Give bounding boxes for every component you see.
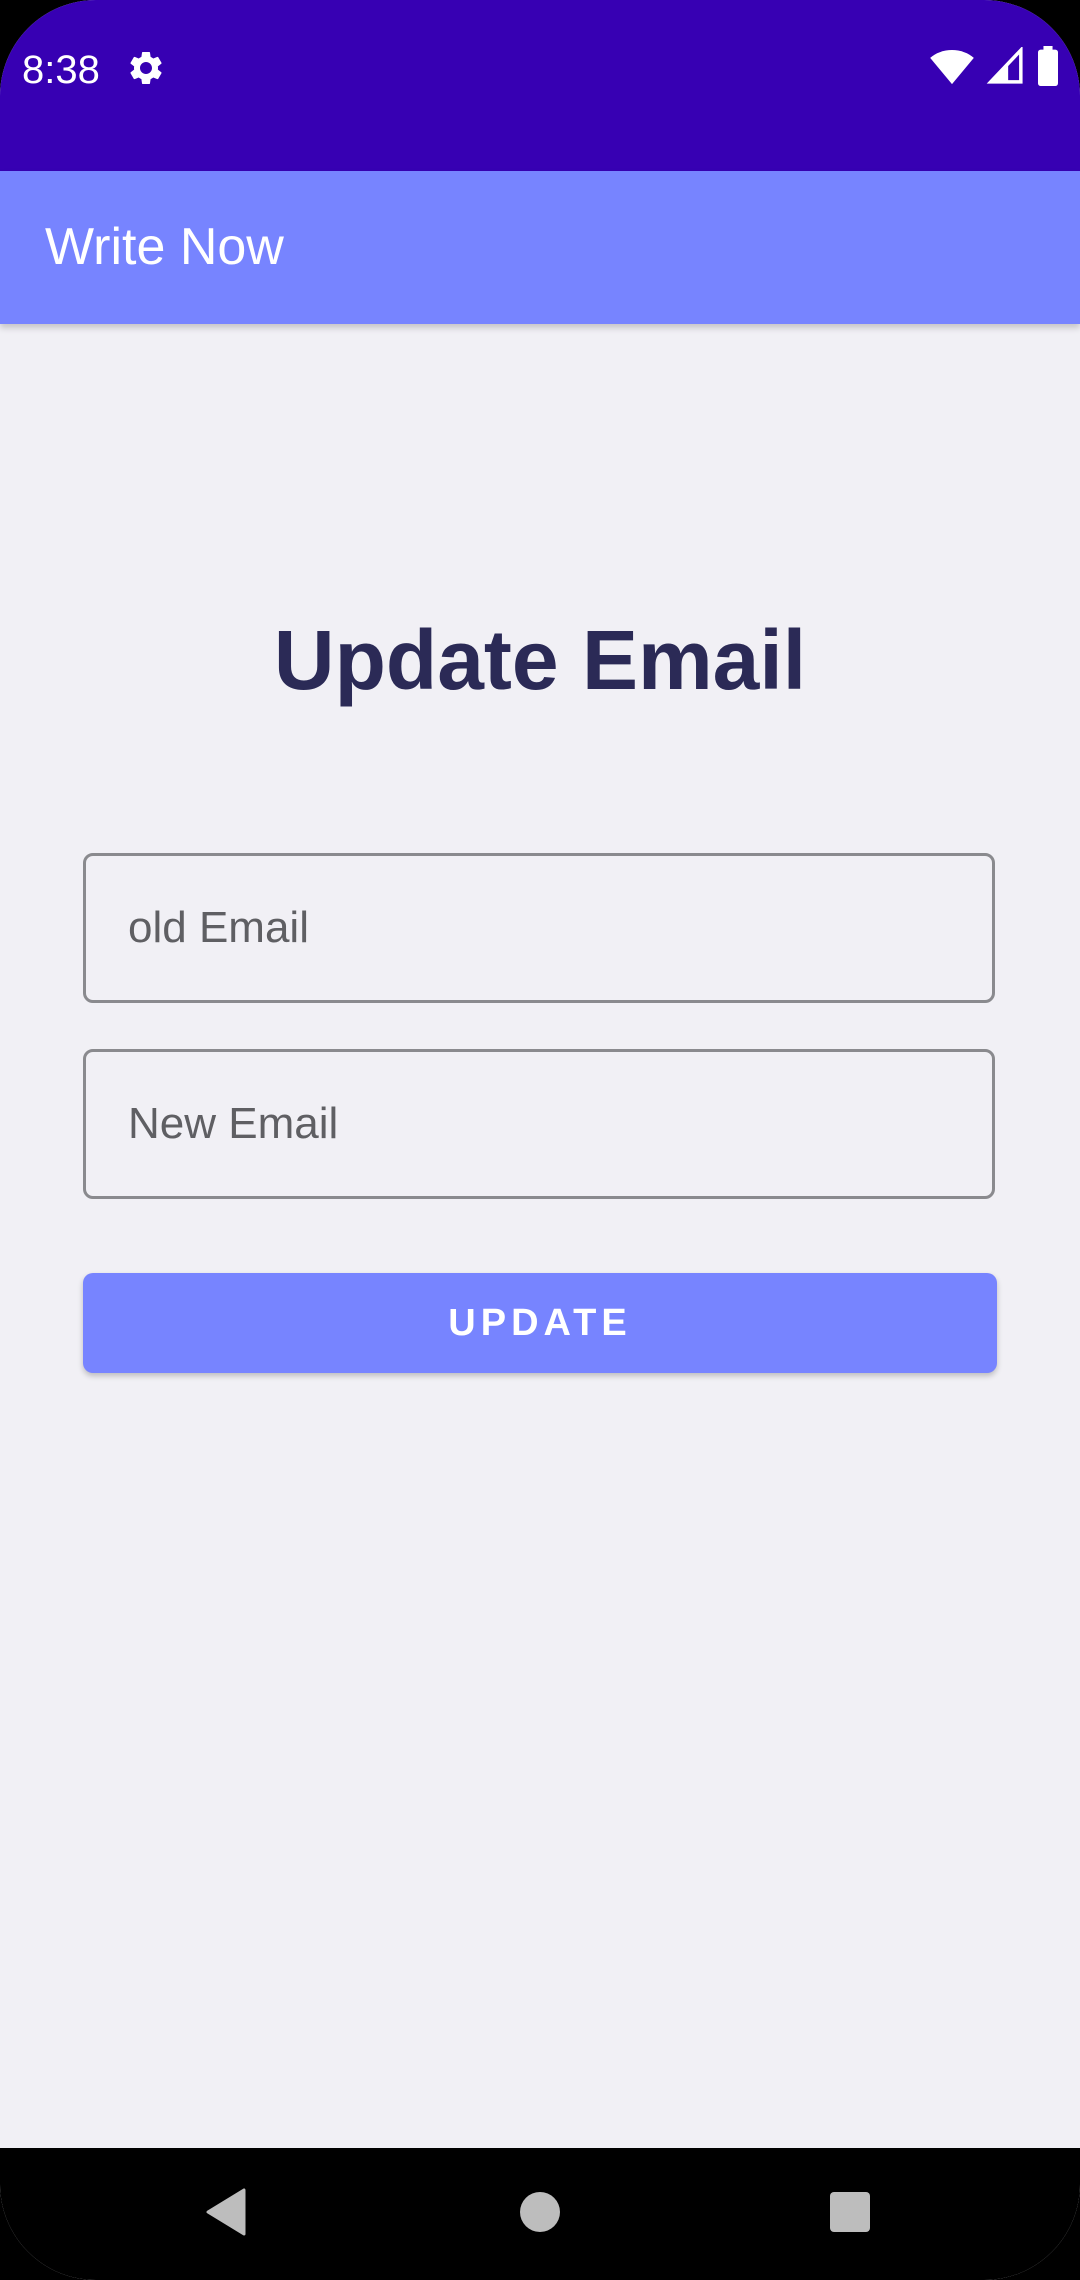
back-icon [204, 2188, 248, 2241]
home-icon [519, 2191, 561, 2238]
settings-gear-icon [126, 48, 166, 88]
recents-button[interactable] [790, 2148, 910, 2280]
status-bar: 8:38 [0, 0, 1080, 171]
battery-icon [1036, 45, 1060, 91]
cell-signal-icon [986, 45, 1024, 90]
new-email-input[interactable] [86, 1052, 992, 1196]
app-title: Write Now [45, 218, 284, 276]
update-button[interactable]: UPDATE [83, 1273, 997, 1373]
status-icons [930, 45, 1060, 91]
wifi-icon [930, 46, 974, 91]
home-button[interactable] [480, 2148, 600, 2280]
new-email-field[interactable] [83, 1049, 995, 1199]
back-button[interactable] [166, 2148, 286, 2280]
app-bar: Write Now [0, 171, 1080, 324]
status-time: 8:38 [22, 48, 100, 92]
page-title: Update Email [273, 613, 807, 707]
navigation-bar [0, 2148, 1080, 2280]
recents-icon [829, 2191, 871, 2238]
phone-screen: 8:38 Write Now Update Email old Email Ne… [0, 0, 1080, 2280]
old-email-field[interactable] [83, 853, 995, 1003]
old-email-input[interactable] [86, 856, 992, 1000]
